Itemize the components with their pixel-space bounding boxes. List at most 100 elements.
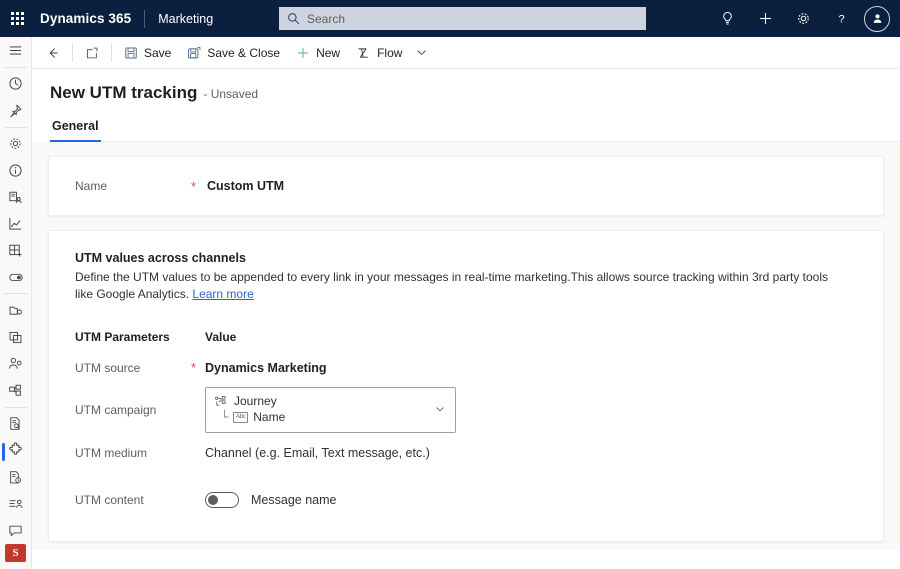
person-icon [9,358,22,369]
column-header-parameters: UTM Parameters [75,329,170,344]
sidebar-item-analytics[interactable] [0,210,32,237]
sidebar-item-menu[interactable] [0,37,32,64]
field-row-name: Name * Custom UTM [75,179,857,193]
save-label: Save [144,45,172,60]
required-indicator: * [191,360,197,375]
learn-more-link[interactable]: Learn more [192,287,253,301]
utm-source-value[interactable]: Dynamics Marketing [205,361,327,375]
new-label: New [316,45,341,60]
rail-divider [4,293,27,295]
row-utm-source: UTM source * Dynamics Marketing [75,352,857,383]
section-title: UTM values across channels [75,251,246,265]
gear-icon [10,138,21,150]
page-header: New UTM tracking - Unsaved [32,69,900,103]
assets-icon [9,306,22,315]
utm-medium-value: Channel (e.g. Email, Text message, etc.) [205,445,430,460]
flow-icon [356,46,371,60]
sidebar-item-info[interactable] [0,157,32,184]
page-title: New UTM tracking [50,83,198,102]
chevron-down-icon[interactable] [434,402,446,420]
sidebar-item-lists[interactable] [0,490,32,517]
chat-icon [9,525,22,536]
form-scroll-area: Name * Custom UTM UTM values across chan… [32,142,900,550]
more-commands-button[interactable] [410,38,433,68]
sidebar-item-forms[interactable] [0,410,32,437]
name-value[interactable]: Custom UTM [207,179,284,193]
sidebar-item-contacts[interactable] [0,350,32,377]
tab-general[interactable]: General [50,117,101,142]
save-icon [124,46,138,60]
brand-title: Dynamics 365 [40,11,132,26]
popout-icon [86,47,98,58]
puzzle-icon [8,442,22,456]
utm-campaign-token-dropdown[interactable]: Journey └ Abc Name [205,387,456,433]
sidebar-item-assets[interactable] [0,297,32,324]
rail-divider [4,406,27,408]
column-header-value: Value [205,329,237,344]
open-new-window-button[interactable] [77,38,107,68]
save-close-icon [187,46,201,60]
row-utm-campaign: UTM campaign Journey └ Abc Name [75,383,857,437]
search-icon [287,12,300,25]
save-close-label: Save & Close [207,45,281,60]
person-icon [873,14,881,23]
plus-icon[interactable] [746,0,784,37]
gear-icon[interactable] [784,0,822,37]
sidebar-item-pinned[interactable] [0,97,32,124]
avatar[interactable] [864,5,890,32]
sales-app-badge[interactable]: S [5,543,26,563]
sidebar-item-audience[interactable] [0,184,32,211]
tree-elbow-icon: └ [221,410,229,424]
sidebar-item-copy[interactable] [0,324,32,351]
list-person-icon [9,499,23,508]
sidebar-item-segments[interactable] [0,377,32,404]
token-primary-row: Journey [214,394,447,408]
top-right-icons: ? [708,0,900,37]
new-button[interactable]: New [288,38,348,68]
sidebar-item-recent[interactable] [0,71,32,98]
search-input[interactable] [307,11,638,26]
main-content: New UTM tracking - Unsaved General Name … [32,69,900,569]
doc-clock-icon [10,470,22,483]
chevron-down-icon [417,50,427,55]
grid-plus-icon [9,244,22,257]
command-divider [111,43,112,62]
flow-button[interactable]: Flow [348,38,410,68]
sidebar-item-grid-add[interactable] [0,237,32,264]
row-utm-content: UTM content Message name [75,484,857,515]
sidebar-item-chat[interactable] [0,517,32,544]
utm-parameters-table: UTM Parameters Value UTM source * Dynami… [75,321,857,515]
utm-content-label: UTM content [75,492,144,507]
token-secondary-label: Name [253,410,286,424]
app-launcher-button[interactable] [0,0,34,37]
utm-content-toggle-label: Message name [251,492,337,507]
segments-icon [9,384,21,396]
utm-content-toggle[interactable] [205,491,239,508]
pin-icon [10,104,22,118]
lightbulb-icon[interactable] [708,0,746,37]
left-rail: S [0,37,32,569]
sidebar-item-toggle[interactable] [0,264,32,291]
sidebar-item-extensions[interactable] [0,437,32,464]
name-label: Name [75,179,108,193]
line-chart-icon [9,218,22,230]
back-button[interactable] [38,38,68,68]
sidebar-item-settings[interactable] [0,131,32,158]
name-card: Name * Custom UTM [48,156,884,216]
help-icon[interactable]: ? [822,0,860,37]
hamburger-icon [9,46,22,55]
required-indicator: * [191,178,197,194]
save-and-close-button[interactable]: Save & Close [179,38,288,68]
clock-icon [9,77,22,90]
journey-icon [214,395,227,408]
arrow-left-icon [49,47,58,58]
app-name-label: Marketing [158,11,214,26]
global-search[interactable] [279,7,646,30]
sidebar-item-schedule[interactable] [0,464,32,491]
toggle-icon [8,273,23,281]
section-description: Define the UTM values to be appended to … [75,269,835,303]
save-button[interactable]: Save [116,38,179,68]
svg-text:?: ? [838,14,844,26]
form-search-icon [10,417,20,431]
flow-label: Flow [377,45,403,60]
